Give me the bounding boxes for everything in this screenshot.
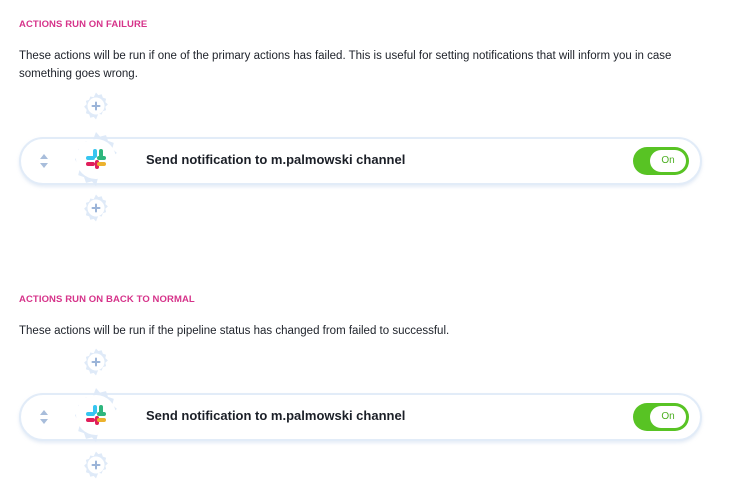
toggle-label: On	[650, 406, 686, 428]
add-action-above-icon[interactable]	[81, 347, 111, 377]
section-description: These actions will be run if the pipelin…	[19, 325, 450, 337]
action-title: Send notification to m.palmowski channel	[146, 408, 406, 423]
slack-icon	[68, 387, 124, 443]
section-title: ACTIONS RUN ON BACK TO NORMAL	[19, 294, 195, 305]
back-to-normal-actions-section: ACTIONS RUN ON BACK TO NORMAL These acti…	[0, 0, 729, 489]
add-action-below-icon[interactable]	[81, 450, 111, 480]
enable-toggle[interactable]: On	[633, 403, 689, 431]
drag-handle-icon[interactable]	[36, 408, 52, 426]
